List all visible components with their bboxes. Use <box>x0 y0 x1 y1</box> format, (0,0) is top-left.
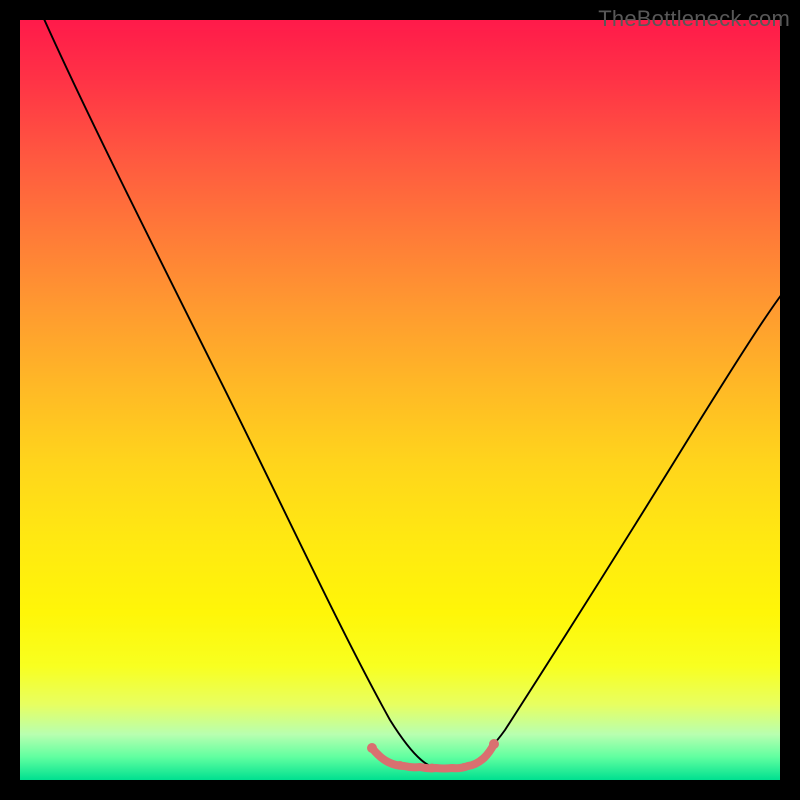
marker-dot-icon <box>428 764 437 773</box>
marker-dot-icon <box>489 739 499 749</box>
watermark-text: TheBottleneck.com <box>598 6 790 32</box>
marker-dot-icon <box>460 763 468 771</box>
marker-dot-icon <box>367 743 377 753</box>
chart-svg <box>20 20 780 780</box>
marker-dot-icon <box>396 761 404 769</box>
chart-plot-area <box>20 20 780 780</box>
bottleneck-curve <box>40 20 780 770</box>
